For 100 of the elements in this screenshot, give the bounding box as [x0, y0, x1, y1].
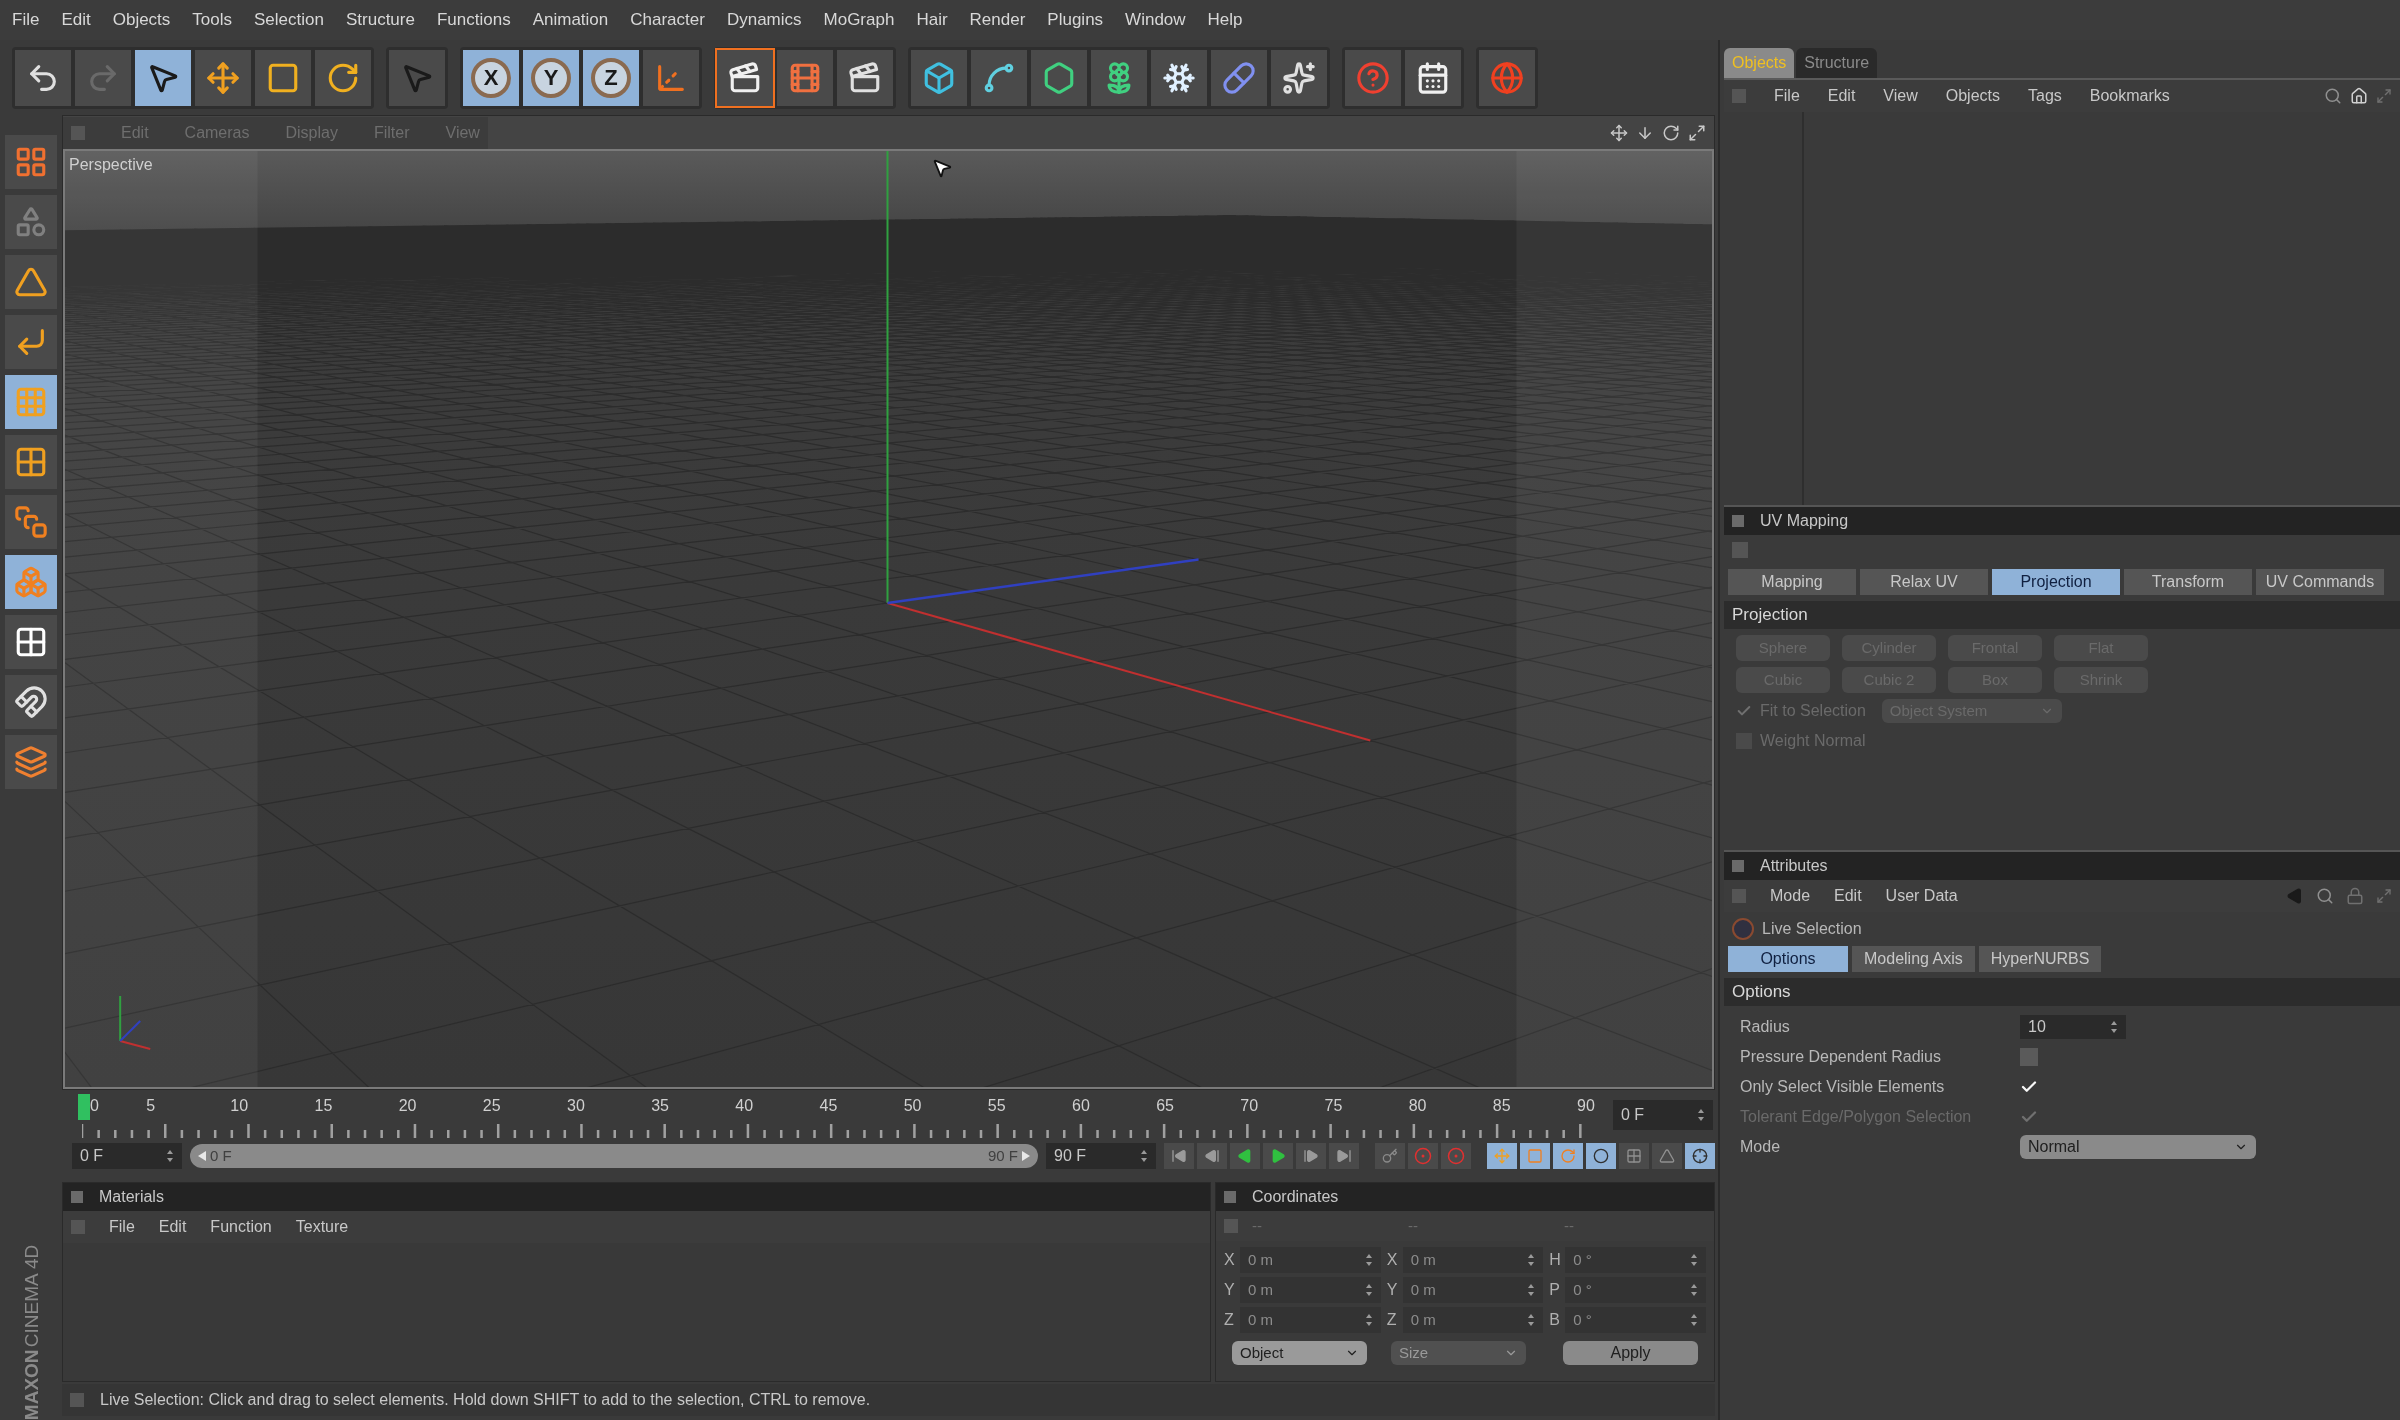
coordinate-field[interactable]: 0 m [1240, 1307, 1381, 1333]
menu-item[interactable]: User Data [1885, 884, 1958, 908]
coordinate-field[interactable]: 0 m [1240, 1277, 1381, 1303]
menu-item[interactable]: Character [630, 7, 705, 33]
lock-icon[interactable] [2346, 887, 2364, 905]
toolbar-button[interactable] [135, 49, 191, 106]
rotate-arrows-icon [1560, 1148, 1576, 1164]
menu-item[interactable]: Function [210, 1215, 272, 1239]
radius-field[interactable]: 10 [2020, 1015, 2126, 1039]
menu-item[interactable]: File [109, 1215, 135, 1239]
keyframe-button[interactable] [1375, 1143, 1405, 1169]
menu-item[interactable]: Texture [295, 1215, 349, 1239]
checkbox[interactable] [2020, 1048, 2038, 1066]
maximize-icon[interactable] [1688, 123, 1706, 142]
menu-item[interactable]: File [12, 7, 40, 33]
axis-label: Z [1224, 1310, 1235, 1330]
mode-tool-button[interactable] [5, 435, 57, 489]
toolbar-button[interactable] [1151, 49, 1207, 106]
menu-item[interactable]: Dynamics [726, 7, 802, 33]
dropdown[interactable]: Object [1232, 1341, 1367, 1365]
uv-tab[interactable]: UV Commands [2256, 569, 2384, 595]
toolbar-button[interactable] [911, 49, 967, 106]
playback-button[interactable] [1230, 1143, 1260, 1169]
playhead-marker[interactable] [78, 1094, 90, 1120]
product-name: CINEMA 4D [21, 1244, 41, 1348]
uv-tab[interactable]: Projection [1992, 569, 2120, 595]
uv-tab[interactable]: Mapping [1728, 569, 1856, 595]
toolbar-button[interactable] [1271, 49, 1327, 106]
move-arrows-icon[interactable] [1610, 123, 1628, 142]
attribute-tab[interactable]: Modeling Axis [1852, 946, 1975, 972]
toolbar-button[interactable] [1031, 49, 1087, 106]
coordinate-field[interactable]: 0 ° [1565, 1247, 1706, 1273]
home-icon[interactable] [2350, 87, 2368, 105]
menu-item[interactable]: Window [1125, 7, 1186, 33]
menu-item[interactable]: Edit [61, 7, 91, 33]
menu-item[interactable]: Bookmarks [2089, 84, 2170, 108]
axis-lock-button[interactable]: Z [583, 49, 639, 106]
menu-item[interactable]: Render [969, 7, 1026, 33]
toolbar-button[interactable] [837, 49, 893, 106]
coordinate-field[interactable]: 0 ° [1565, 1307, 1706, 1333]
toolbar-button[interactable] [15, 49, 71, 106]
toolbar-button[interactable] [1091, 49, 1147, 106]
menu-item[interactable]: File [1774, 84, 1800, 108]
menu-item[interactable]: Mode [1770, 884, 1811, 908]
mode-tool-button[interactable] [5, 255, 57, 309]
dropdown[interactable]: Normal [2020, 1135, 2256, 1159]
menu-item[interactable]: View [1883, 84, 1918, 108]
playback-button[interactable] [1296, 1143, 1326, 1169]
playback-button[interactable] [1329, 1143, 1359, 1169]
menu-item[interactable]: MoGraph [823, 7, 895, 33]
menu-item[interactable]: Edit [1834, 884, 1862, 908]
start-frame-field[interactable]: 0 F [72, 1143, 182, 1169]
search-icon[interactable] [2316, 887, 2334, 905]
coordinate-field[interactable]: 0 m [1402, 1247, 1544, 1273]
menu-item[interactable]: Help [1207, 7, 1243, 33]
current-frame-field[interactable]: 0 F [1613, 1100, 1713, 1130]
menu-item[interactable]: Tools [192, 7, 233, 33]
key-mode-button[interactable] [1685, 1143, 1715, 1169]
menu-item[interactable]: Structure [345, 7, 415, 33]
coordinate-field[interactable]: 0 m [1402, 1277, 1544, 1303]
axis-lock-button[interactable]: X [463, 49, 519, 106]
menu-item[interactable]: Animation [532, 7, 609, 33]
apply-button[interactable]: Apply [1563, 1341, 1698, 1365]
toolbar-button[interactable] [195, 49, 251, 106]
attribute-tab[interactable]: Options [1728, 946, 1848, 972]
coordinate-field[interactable]: 0 ° [1565, 1277, 1706, 1303]
menu-item[interactable]: Plugins [1047, 7, 1104, 33]
playback-button[interactable] [1263, 1143, 1293, 1169]
mode-tool-button[interactable] [5, 315, 57, 369]
menu-item[interactable]: Selection [254, 7, 324, 33]
uv-tab[interactable]: Transform [2124, 569, 2252, 595]
key-mode-button[interactable] [1586, 1143, 1616, 1169]
record-button[interactable] [1408, 1143, 1438, 1169]
menu-item[interactable]: Edit [158, 1215, 187, 1239]
uv-tab[interactable]: Relax UV [1860, 569, 1988, 595]
mode-tool-button[interactable] [5, 675, 57, 729]
search-icon[interactable] [2324, 87, 2342, 105]
menu-item[interactable]: Functions [436, 7, 511, 33]
toolbar-button[interactable] [717, 49, 773, 106]
manager-tab[interactable]: Structure [1796, 48, 1878, 78]
coordinate-field[interactable]: 0 m [1240, 1247, 1381, 1273]
menu-item[interactable]: Tags [2028, 84, 2062, 108]
end-frame-field[interactable]: 90 F [1046, 1143, 1156, 1169]
toolbar-button[interactable] [1405, 49, 1461, 106]
menu-item[interactable]: Edit [1827, 84, 1856, 108]
axis-lock-button[interactable]: Y [523, 49, 579, 106]
attribute-tab[interactable]: HyperNURBS [1978, 946, 2102, 972]
toolbar-button[interactable] [971, 49, 1027, 106]
menu-item[interactable]: Objects [1945, 84, 2000, 108]
key-mode-button[interactable] [1652, 1143, 1682, 1169]
toolbar-button[interactable] [255, 49, 311, 106]
playback-button[interactable] [1197, 1143, 1227, 1169]
playback-button[interactable] [1164, 1143, 1194, 1169]
coordinate-field[interactable]: 0 m [1402, 1307, 1544, 1333]
rotate-arrows-icon[interactable] [1662, 123, 1680, 142]
toolbar-button[interactable] [315, 49, 371, 106]
menu-item[interactable]: Objects [112, 7, 171, 33]
auto-key-button[interactable] [1441, 1143, 1471, 1169]
menu-item[interactable]: Hair [916, 7, 948, 33]
mode-tool-button[interactable] [5, 615, 57, 669]
